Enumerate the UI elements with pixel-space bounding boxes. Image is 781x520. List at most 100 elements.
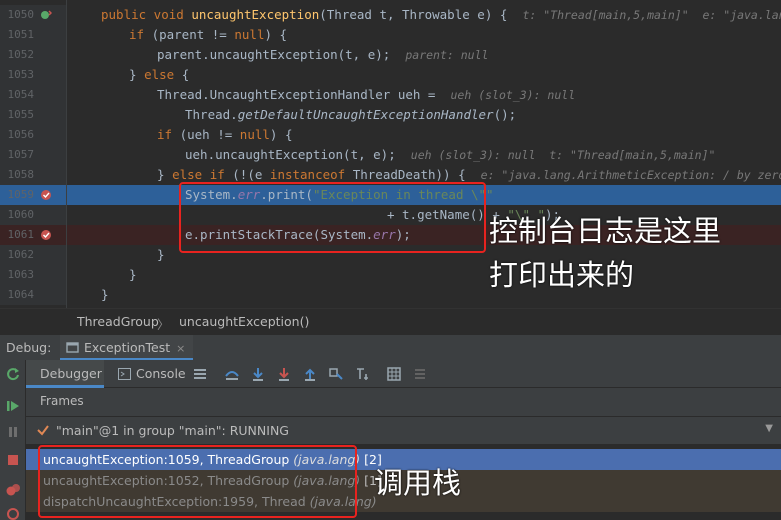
gutter[interactable]: 1062 bbox=[0, 245, 66, 265]
code-token: (ueh != bbox=[179, 127, 240, 142]
code-line[interactable]: 1056 if (ueh != null) { bbox=[0, 125, 781, 145]
line-number: 1058 bbox=[7, 168, 35, 181]
trace-icon[interactable] bbox=[412, 366, 428, 382]
code-token: } bbox=[157, 167, 173, 182]
gutter[interactable]: 1052 bbox=[0, 45, 66, 65]
line-number: 1060 bbox=[7, 208, 35, 221]
resume-icon[interactable] bbox=[5, 398, 21, 414]
code-text: } bbox=[101, 287, 109, 303]
code-line[interactable]: 1063} bbox=[0, 265, 781, 285]
run-config-icon bbox=[66, 342, 79, 353]
step-out-icon[interactable] bbox=[302, 366, 318, 382]
code-token: } bbox=[129, 267, 137, 282]
tab-debugger-label: Debugger bbox=[40, 366, 102, 381]
line-number: 1056 bbox=[7, 128, 35, 141]
close-icon[interactable]: × bbox=[176, 342, 185, 355]
inline-debug-value: e: "java.lang.ArithmeticException: / by … bbox=[480, 168, 781, 182]
code-token: Thread. bbox=[185, 107, 238, 122]
gutter[interactable]: 1064 bbox=[0, 285, 66, 305]
gutter[interactable]: 1059 bbox=[0, 185, 66, 205]
gutter[interactable]: 1058 bbox=[0, 165, 66, 185]
line-number: 1061 bbox=[7, 228, 35, 241]
debug-toolbar: Debugger Console bbox=[26, 360, 781, 388]
code-token: getDefaultUncaughtExceptionHandler bbox=[237, 107, 494, 122]
frames-header: Frames bbox=[26, 388, 781, 416]
gutter[interactable]: 1050 bbox=[0, 5, 66, 25]
menu-icon[interactable] bbox=[192, 366, 208, 382]
inline-debug-value: ueh (slot_3): null bbox=[450, 88, 576, 102]
code-token: Thread.UncaughtExceptionHandler ueh = bbox=[157, 87, 451, 102]
stop-icon[interactable] bbox=[5, 452, 21, 468]
show-execution-point-icon[interactable] bbox=[224, 366, 240, 382]
gutter[interactable]: 1057 bbox=[0, 145, 66, 165]
code-text: } else { bbox=[129, 67, 189, 83]
debug-header: Debug: ExceptionTest × bbox=[0, 334, 781, 361]
line-number: 1051 bbox=[7, 28, 35, 41]
check-icon bbox=[37, 425, 49, 436]
annotation-stack-note: 调用栈 bbox=[374, 466, 462, 500]
debug-session-tab[interactable]: ExceptionTest × bbox=[60, 335, 194, 361]
gutter[interactable]: 1055 bbox=[0, 105, 66, 125]
code-text: if (parent != null) { bbox=[129, 27, 287, 43]
code-text: ueh.uncaughtException(t, e); ueh (slot_3… bbox=[185, 147, 715, 163]
tab-debugger[interactable]: Debugger bbox=[26, 360, 104, 388]
tab-console[interactable]: Console bbox=[110, 360, 190, 388]
code-text: Thread.UncaughtExceptionHandler ueh = ue… bbox=[157, 87, 575, 103]
annotation-box-console bbox=[179, 182, 486, 253]
code-token: else if bbox=[172, 167, 233, 182]
code-token: if bbox=[157, 127, 180, 142]
breakpoint-icon[interactable] bbox=[40, 189, 52, 201]
annotation-console-note-line1: 控制台日志是这里 bbox=[489, 214, 722, 248]
line-number: 1053 bbox=[7, 68, 35, 81]
gutter[interactable]: 1054 bbox=[0, 85, 66, 105]
breakpoint-icon[interactable] bbox=[40, 229, 52, 241]
code-line[interactable]: 1053 } else { bbox=[0, 65, 781, 85]
code-line[interactable]: 1057 ueh.uncaughtException(t, e); ueh (sl… bbox=[0, 145, 781, 165]
annotation-box-stack bbox=[38, 445, 357, 518]
override-method-icon[interactable] bbox=[40, 9, 52, 21]
debug-label: Debug: bbox=[6, 340, 52, 355]
view-breakpoints-icon[interactable] bbox=[5, 482, 21, 498]
annotation-console-note-line2: 打印出来的 bbox=[489, 258, 635, 292]
mute-breakpoints-icon[interactable] bbox=[5, 506, 21, 520]
breadcrumb-method[interactable]: uncaughtException() bbox=[179, 314, 309, 329]
line-number: 1055 bbox=[7, 108, 35, 121]
code-line[interactable]: 1051 if (parent != null) { bbox=[0, 25, 781, 45]
line-number: 1054 bbox=[7, 88, 35, 101]
gutter[interactable]: 1063 bbox=[0, 265, 66, 285]
rerun-icon[interactable] bbox=[5, 366, 21, 382]
thread-selector[interactable]: "main"@1 in group "main": RUNNING ▼ bbox=[26, 416, 781, 445]
code-editor[interactable]: 1050 public void uncaughtException(Thread… bbox=[0, 0, 781, 308]
run-to-cursor-icon[interactable] bbox=[354, 366, 370, 382]
line-number: 1059 bbox=[7, 188, 35, 201]
gutter[interactable]: 1053 bbox=[0, 65, 66, 85]
gutter[interactable]: 1056 bbox=[0, 125, 66, 145]
step-into-icon[interactable] bbox=[276, 366, 292, 382]
code-text: Thread.getDefaultUncaughtExceptionHandle… bbox=[185, 107, 516, 123]
code-token: ) { bbox=[264, 27, 288, 42]
code-token: { bbox=[181, 67, 190, 82]
debug-session-label: ExceptionTest bbox=[84, 340, 171, 355]
code-token: else bbox=[144, 67, 182, 82]
code-token: parent.uncaughtException(t, e); bbox=[157, 47, 406, 62]
breadcrumb-class[interactable]: ThreadGroup bbox=[77, 314, 159, 329]
step-over-icon[interactable] bbox=[250, 366, 266, 382]
drop-frame-icon[interactable] bbox=[328, 366, 344, 382]
code-token: (); bbox=[493, 107, 517, 122]
gutter[interactable]: 1051 bbox=[0, 25, 66, 45]
line-number: 1062 bbox=[7, 248, 35, 261]
inline-debug-value: t: "Thread[main,5,main]" e: "java.lang.A… bbox=[522, 8, 781, 22]
code-line[interactable]: 1054 Thread.UncaughtExceptionHandler ueh … bbox=[0, 85, 781, 105]
code-line[interactable]: 1050 public void uncaughtException(Thread… bbox=[0, 5, 781, 25]
code-line[interactable]: 1055 Thread.getDefaultUncaughtExceptionHa… bbox=[0, 105, 781, 125]
code-line[interactable]: 1052 parent.uncaughtException(t, e); pare… bbox=[0, 45, 781, 65]
evaluate-expression-icon[interactable] bbox=[386, 366, 402, 382]
chevron-down-icon[interactable]: ▼ bbox=[765, 423, 773, 434]
code-line[interactable]: 1064} bbox=[0, 285, 781, 305]
code-token: (!(e bbox=[232, 167, 270, 182]
gutter[interactable]: 1061 bbox=[0, 225, 66, 245]
code-text: public void uncaughtException(Thread t, … bbox=[101, 7, 781, 23]
pause-icon[interactable] bbox=[5, 424, 21, 440]
console-icon bbox=[118, 368, 131, 380]
gutter[interactable]: 1060 bbox=[0, 205, 66, 225]
